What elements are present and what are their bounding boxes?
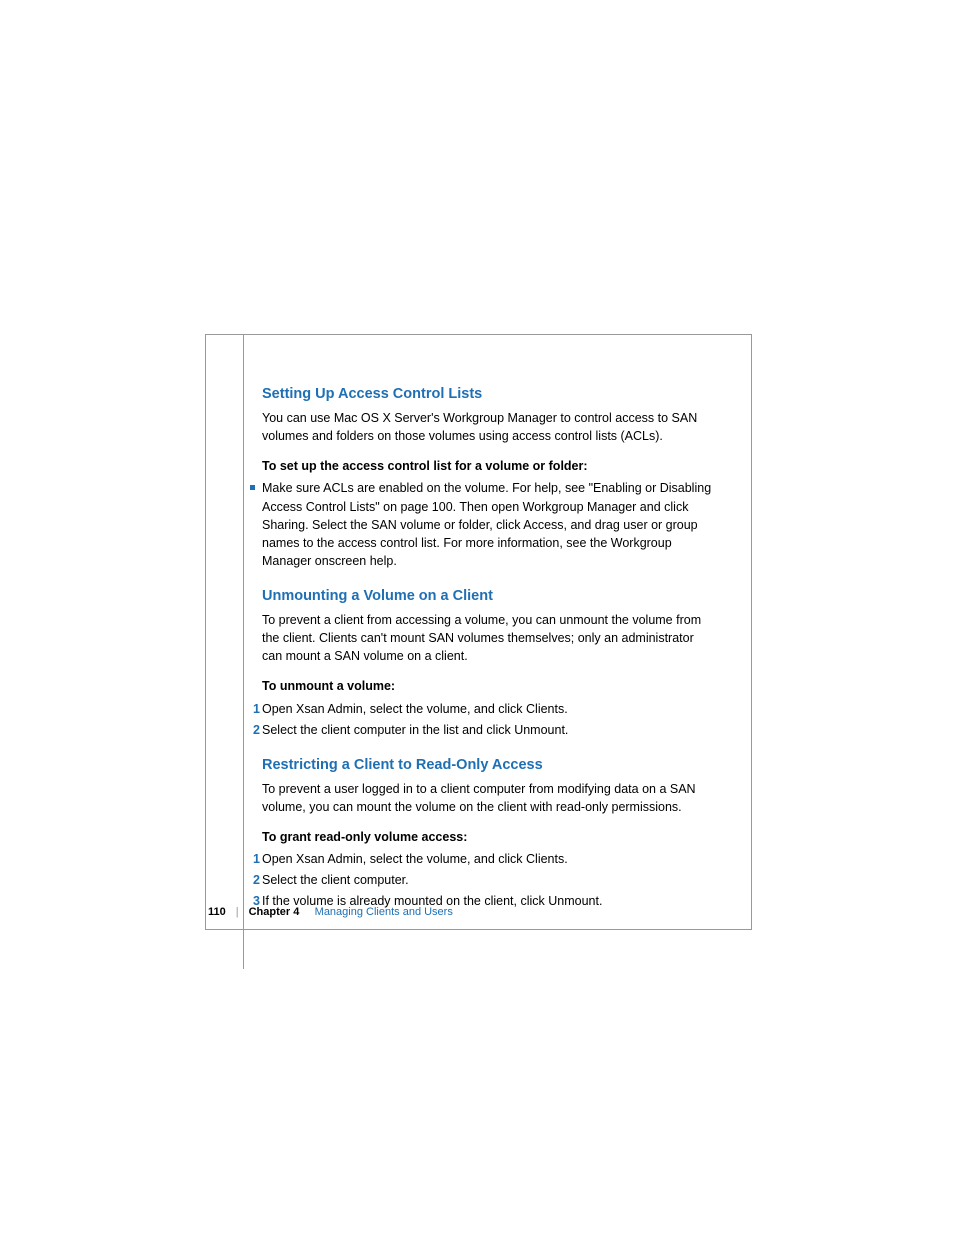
- step-number: 2: [248, 871, 260, 889]
- list-item: Make sure ACLs are enabled on the volume…: [262, 479, 717, 570]
- list-item: 1 Open Xsan Admin, select the volume, an…: [262, 850, 717, 868]
- list-item-text: Select the client computer.: [262, 873, 409, 887]
- section-heading: Restricting a Client to Read-Only Access: [262, 755, 717, 776]
- step-number: 2: [248, 721, 260, 739]
- left-margin-rule: [243, 334, 244, 969]
- page-number: 110: [208, 906, 226, 918]
- section-unmount: Unmounting a Volume on a Client To preve…: [262, 586, 717, 739]
- section-heading: Unmounting a Volume on a Client: [262, 586, 717, 607]
- procedure-lead: To grant read-only volume access:: [262, 828, 717, 846]
- bullet-icon: [250, 485, 255, 490]
- section-intro: To prevent a client from accessing a vol…: [262, 611, 717, 665]
- chapter-title: Managing Clients and Users: [315, 906, 453, 918]
- section-acl: Setting Up Access Control Lists You can …: [262, 384, 717, 570]
- list-item-text: Select the client computer in the list a…: [262, 723, 568, 737]
- list-item-text: Make sure ACLs are enabled on the volume…: [262, 481, 711, 568]
- list-item: 1 Open Xsan Admin, select the volume, an…: [262, 700, 717, 718]
- footer-divider: |: [236, 906, 239, 918]
- page-content: Setting Up Access Control Lists You can …: [262, 384, 717, 927]
- page-footer: 110 | Chapter 4 Managing Clients and Use…: [208, 906, 453, 918]
- section-readonly: Restricting a Client to Read-Only Access…: [262, 755, 717, 911]
- chapter-label: Chapter 4: [249, 906, 300, 918]
- list-item-text: Open Xsan Admin, select the volume, and …: [262, 852, 568, 866]
- step-number: 1: [248, 850, 260, 868]
- list-item-text: Open Xsan Admin, select the volume, and …: [262, 702, 568, 716]
- step-number: 1: [248, 700, 260, 718]
- list-item: 2 Select the client computer in the list…: [262, 721, 717, 739]
- section-intro: You can use Mac OS X Server's Workgroup …: [262, 409, 717, 445]
- procedure-lead: To set up the access control list for a …: [262, 457, 717, 475]
- list-item: 2 Select the client computer.: [262, 871, 717, 889]
- section-heading: Setting Up Access Control Lists: [262, 384, 717, 405]
- procedure-lead: To unmount a volume:: [262, 677, 717, 695]
- section-intro: To prevent a user logged in to a client …: [262, 780, 717, 816]
